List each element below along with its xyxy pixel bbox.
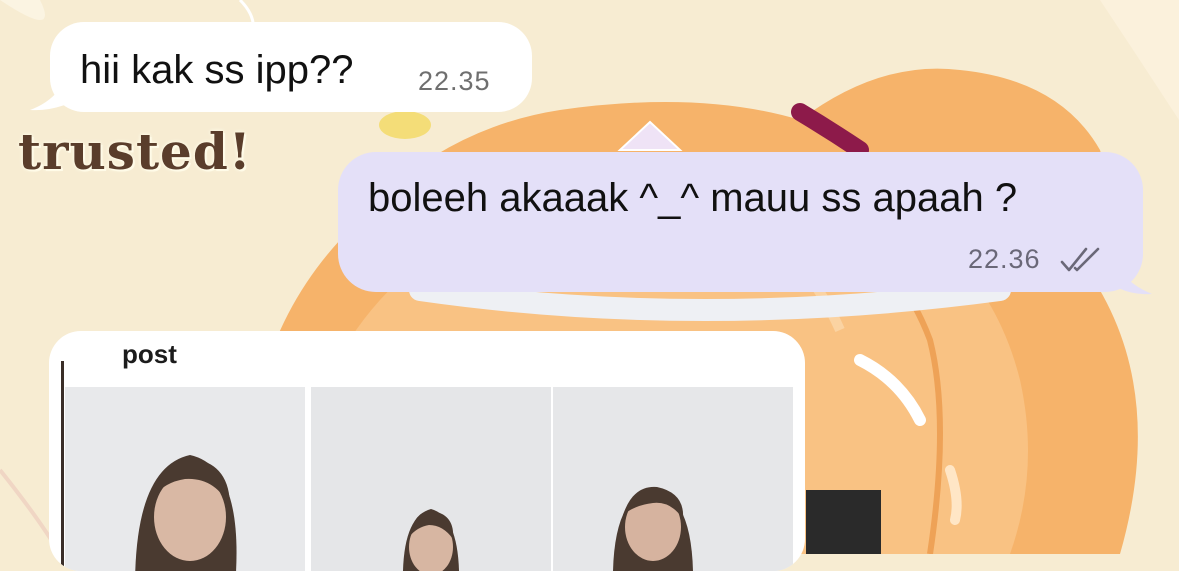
outgoing-message-bubble[interactable]: boleeh akaaak ^_^ mauu ss apaah ? 22.36 [338,152,1143,292]
photo-thumbnail-2[interactable] [311,387,551,571]
photo-thumbnail-1[interactable] [65,387,305,571]
image-message-bubble[interactable]: post [49,331,805,571]
incoming-message-text: hii kak ss ipp?? [80,48,354,92]
double-check-icon [1060,247,1100,272]
outgoing-message-time: 22.36 [968,244,1041,274]
image-edge [61,361,64,571]
trusted-sticker: trusted! [18,122,252,181]
incoming-message-time: 22.35 [418,66,491,96]
image-post-label: post [122,339,177,369]
adjacent-media-edge [806,490,881,554]
incoming-message-bubble[interactable]: hii kak ss ipp?? 22.35 [50,22,532,112]
photo-thumbnail-3[interactable] [553,387,793,571]
outgoing-message-text: boleeh akaaak ^_^ mauu ss apaah ? [368,176,1018,220]
